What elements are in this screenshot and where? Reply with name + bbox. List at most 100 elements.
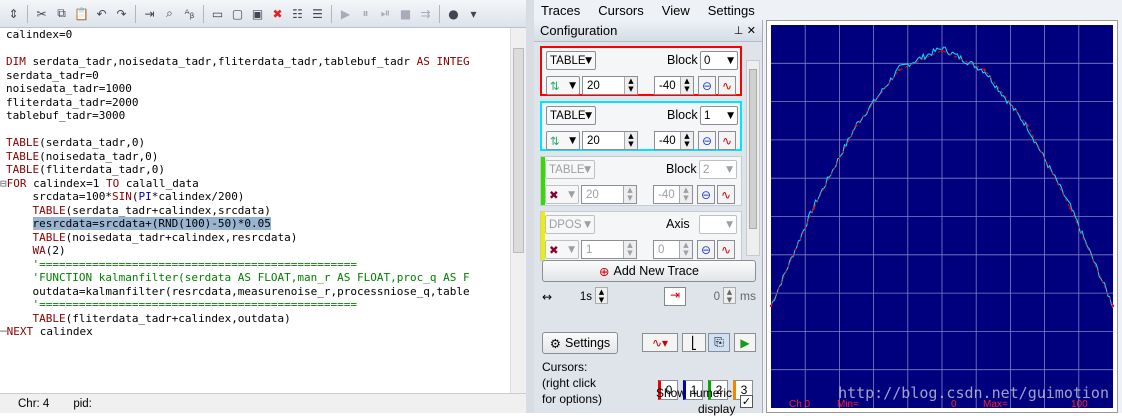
- trace-style-select[interactable]: ✖ ▼: [545, 240, 579, 259]
- undo-icon[interactable]: ↶: [92, 4, 111, 23]
- trace-trigger-icon[interactable]: ∿: [718, 131, 736, 150]
- code-line[interactable]: 'FUNCTION kalmanfilter(serdata AS FLOAT,…: [0, 271, 510, 285]
- trace-style-select[interactable]: ⇅ ▼: [546, 76, 580, 95]
- breakpoint-icon[interactable]: ●: [444, 4, 463, 23]
- show-numeric-checkbox[interactable]: ✓: [740, 395, 753, 408]
- trace-style-select[interactable]: ⇅ ▼: [546, 131, 580, 150]
- code-line[interactable]: [0, 42, 510, 56]
- trace-scale-spinner[interactable]: 20 ▲ ▼: [582, 76, 638, 95]
- code-line[interactable]: srcdata=100*SIN(PI*calindex/200): [0, 190, 510, 204]
- copy-settings-button[interactable]: ⎘: [708, 333, 730, 352]
- code-line[interactable]: noisedata_tadr=1000: [0, 82, 510, 96]
- code-line[interactable]: TABLE(noisedata_tadr+calindex,resrcdata): [0, 231, 510, 245]
- spin-arrows[interactable]: ▲ ▼: [680, 132, 693, 149]
- edge-button[interactable]: ⎣: [682, 333, 706, 352]
- code-line[interactable]: TABLE(fliterdata_tadr+calindex,outdata): [0, 312, 510, 326]
- step-over-icon[interactable]: ⇉: [416, 4, 435, 23]
- list-icon[interactable]: ☷: [288, 4, 307, 23]
- scrollbar-thumb[interactable]: [513, 48, 524, 253]
- pin-icon[interactable]: ⊥: [734, 24, 744, 37]
- stop-icon[interactable]: ■: [396, 4, 415, 23]
- add-new-trace-button[interactable]: ⊕ Add New Trace: [542, 260, 756, 282]
- menu-settings[interactable]: Settings: [708, 3, 755, 18]
- trace-scale-spinner[interactable]: 20 ▲ ▼: [582, 131, 638, 150]
- trace-index-select[interactable]: 2 ▼: [699, 160, 737, 179]
- trace-offset-spinner[interactable]: 0 ▲ ▼: [653, 240, 693, 259]
- settings-button[interactable]: ⚙ Settings: [542, 332, 618, 354]
- more-icon[interactable]: ▾: [464, 4, 483, 23]
- trigger-mode-button[interactable]: ∿▾: [642, 333, 678, 352]
- code-line[interactable]: TABLE(noisedata_tadr,0): [0, 150, 510, 164]
- trace-style-select[interactable]: ✖ ▼: [545, 185, 579, 204]
- step-icon[interactable]: ⏯: [376, 4, 395, 23]
- trace-offset-spinner[interactable]: -40 ▲ ▼: [654, 76, 694, 95]
- editor-vertical-scrollbar[interactable]: [510, 28, 526, 393]
- redo-icon[interactable]: ↷: [112, 4, 131, 23]
- code-line[interactable]: [0, 123, 510, 137]
- scroll-arrow-icon[interactable]: ⇕: [4, 4, 23, 23]
- splitter[interactable]: [526, 0, 534, 413]
- code-line[interactable]: DIM serdata_tadr,noisedata_tadr,fliterda…: [0, 55, 510, 69]
- spin-arrows[interactable]: ▲ ▼: [624, 132, 637, 149]
- indent-icon[interactable]: ⇥: [140, 4, 159, 23]
- trace-center-icon[interactable]: ⊖: [697, 240, 715, 259]
- code-line[interactable]: outdata=kalmanfilter(resrcdata,measureno…: [0, 285, 510, 299]
- run-button[interactable]: ▶: [734, 333, 756, 352]
- code-line[interactable]: '=======================================…: [0, 258, 510, 272]
- trace-center-icon[interactable]: ⊖: [698, 131, 716, 150]
- option-icon[interactable]: ☰: [308, 4, 327, 23]
- trigger-delay-spinner[interactable]: 0 ▲ ▼: [690, 287, 736, 306]
- trace-index-select[interactable]: ▼: [699, 215, 737, 234]
- trace-type-select[interactable]: TABLE ▼: [546, 51, 596, 70]
- pause-icon[interactable]: ⏸: [356, 4, 375, 23]
- spin-arrows[interactable]: ▲ ▼: [624, 77, 637, 94]
- trace-offset-spinner[interactable]: -40 ▲ ▼: [653, 185, 693, 204]
- code-line[interactable]: ⊟FOR calindex=1 TO calall_data: [0, 177, 510, 191]
- trace-index-select[interactable]: 0 ▼: [700, 51, 738, 70]
- scope-graph[interactable]: http://blog.csdn.net/guimotion Ch 0 Min= 0 M…: [766, 20, 1118, 416]
- code-line[interactable]: ─NEXT calindex: [0, 325, 510, 339]
- replace-icon[interactable]: ᴬᵦ: [180, 4, 199, 23]
- trace-list-scrollbar[interactable]: [746, 60, 760, 256]
- trace-index-select[interactable]: 1 ▼: [700, 106, 738, 125]
- trace-type-select[interactable]: TABLE ▼: [546, 106, 596, 125]
- trace-trigger-icon[interactable]: ∿: [717, 185, 735, 204]
- trace-scale-spinner[interactable]: 1 ▲ ▼: [581, 240, 637, 259]
- trace-trigger-icon[interactable]: ∿: [718, 76, 736, 95]
- close-icon[interactable]: ✕: [747, 24, 756, 37]
- spin-arrows[interactable]: ▲ ▼: [623, 186, 636, 203]
- trace-scale-spinner[interactable]: 20 ▲ ▼: [581, 185, 637, 204]
- trace-offset-spinner[interactable]: -40 ▲ ▼: [654, 131, 694, 150]
- uncomment-icon[interactable]: ▣: [248, 4, 267, 23]
- code-line[interactable]: tablebuf_tadr=3000: [0, 109, 510, 123]
- code-area[interactable]: calindex=0 DIM serdata_tadr,noisedata_tad…: [0, 28, 510, 393]
- code-line[interactable]: WA(2): [0, 244, 510, 258]
- code-line[interactable]: calindex=0: [0, 28, 510, 42]
- code-line[interactable]: fliterdata_tadr=2000: [0, 96, 510, 110]
- cut-icon[interactable]: ✂: [32, 4, 51, 23]
- paste-icon[interactable]: 📋: [72, 4, 91, 23]
- window-icon[interactable]: ▭: [208, 4, 227, 23]
- comment-icon[interactable]: ▢: [228, 4, 247, 23]
- trace-center-icon[interactable]: ⊖: [697, 185, 715, 204]
- copy-icon[interactable]: ⧉: [52, 4, 71, 23]
- code-line[interactable]: serdata_tadr=0: [0, 69, 510, 83]
- code-line[interactable]: TABLE(fliterdata_tadr,0): [0, 163, 510, 177]
- spin-arrows[interactable]: ▲ ▼: [679, 186, 692, 203]
- code-line[interactable]: TABLE(serdata_tadr,0): [0, 136, 510, 150]
- trace-center-icon[interactable]: ⊖: [698, 76, 716, 95]
- menu-cursors[interactable]: Cursors: [598, 3, 644, 18]
- menu-traces[interactable]: Traces: [541, 3, 580, 18]
- spin-arrows[interactable]: ▲ ▼: [623, 241, 636, 258]
- code-line[interactable]: TABLE(serdata_tadr+calindex,srcdata): [0, 204, 510, 218]
- time-scale-spinner[interactable]: 1s ▲ ▼: [564, 287, 608, 306]
- trace-type-select[interactable]: DPOS ▼: [545, 215, 595, 234]
- spin-arrows[interactable]: ▲ ▼: [679, 241, 692, 258]
- menu-view[interactable]: View: [662, 3, 690, 18]
- spin-arrows[interactable]: ▲ ▼: [680, 77, 693, 94]
- clear-bookmarks-icon[interactable]: ✖: [268, 4, 287, 23]
- find-icon[interactable]: ⌕: [160, 4, 179, 23]
- trace-trigger-icon[interactable]: ∿: [717, 240, 735, 259]
- trace-type-select[interactable]: TABLE ▼: [545, 160, 595, 179]
- run-icon[interactable]: ▶: [336, 4, 355, 23]
